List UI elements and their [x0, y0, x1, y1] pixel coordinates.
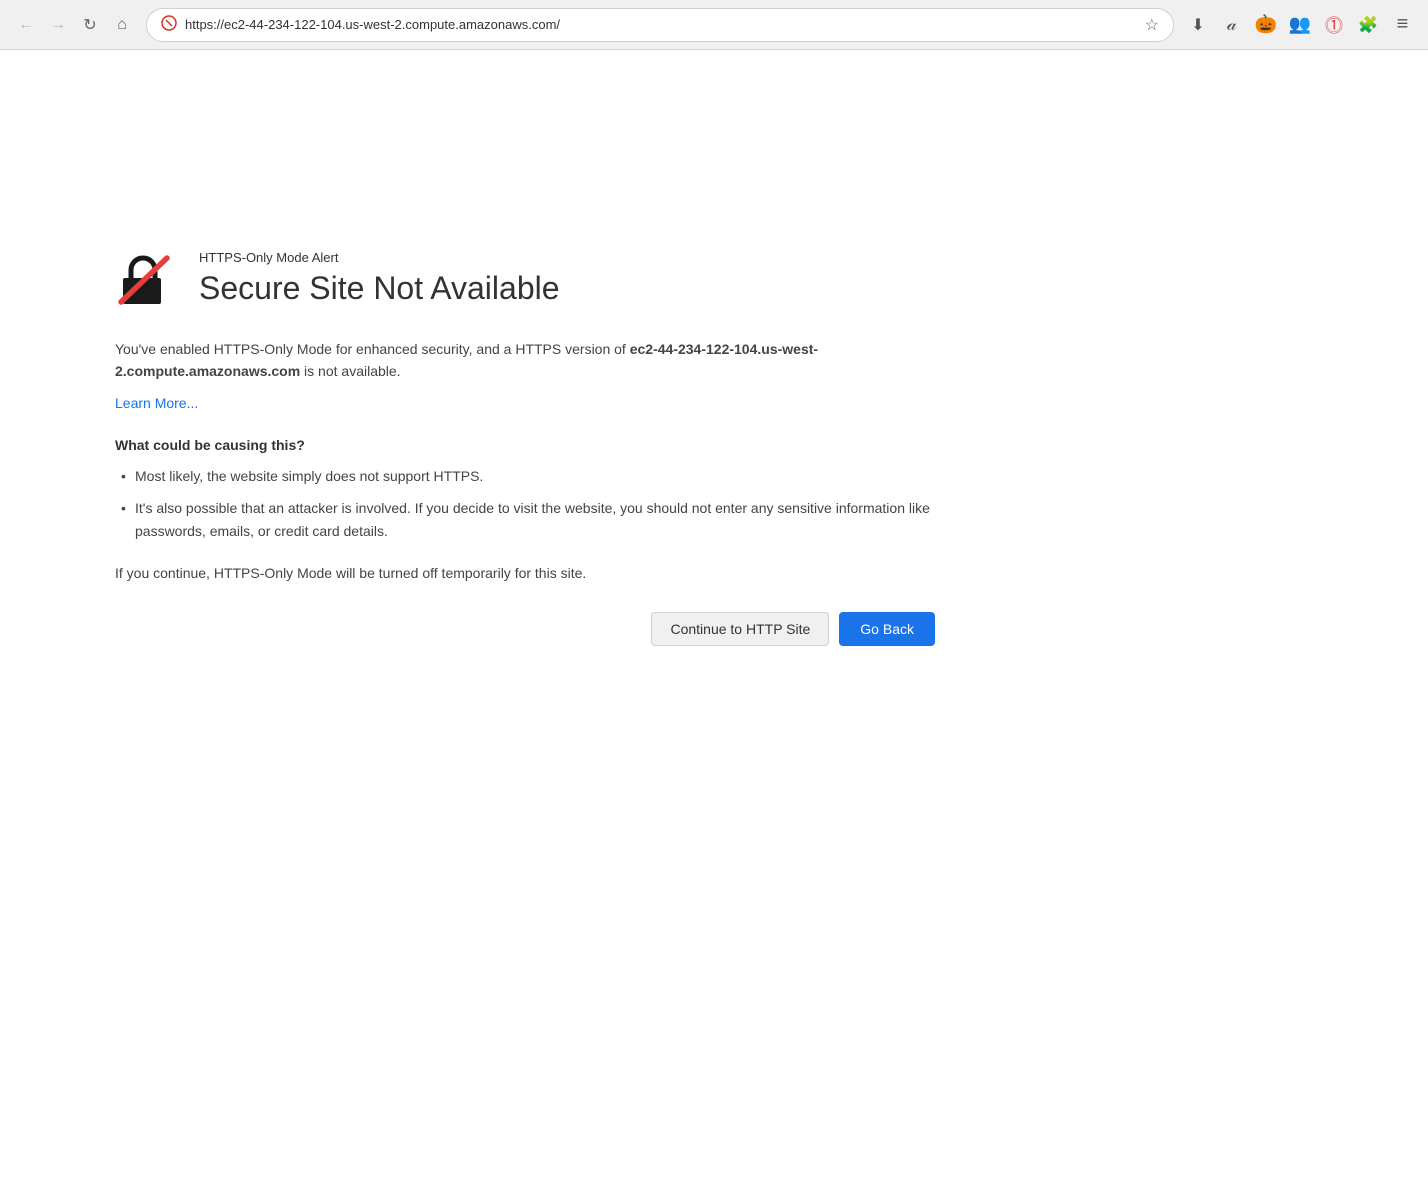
address-bar-container[interactable]: ☆ [146, 8, 1174, 42]
continue-to-http-button[interactable]: Continue to HTTP Site [651, 612, 829, 646]
description-text-part2: is not available. [300, 363, 400, 379]
error-title: Secure Site Not Available [199, 269, 560, 307]
extensions-puzzle-icon[interactable]: 🧩 [1354, 11, 1382, 39]
download-icon[interactable]: ⬇ [1184, 11, 1212, 39]
security-warning-icon [161, 15, 177, 34]
error-container: HTTPS-Only Mode Alert Secure Site Not Av… [115, 250, 935, 646]
extension1-icon[interactable]: 𝒶 [1218, 11, 1246, 39]
error-title-group: HTTPS-Only Mode Alert Secure Site Not Av… [199, 250, 560, 307]
browser-chrome: ← → ↻ ⌂ ☆ ⬇ 𝒶 🎃 👥 ⓵ 🧩 ≡ [0, 0, 1428, 50]
cause-section: What could be causing this? Most likely,… [115, 437, 935, 542]
error-subtitle: HTTPS-Only Mode Alert [199, 250, 560, 265]
description-paragraph: You've enabled HTTPS-Only Mode for enhan… [115, 338, 935, 383]
error-header: HTTPS-Only Mode Alert Secure Site Not Av… [115, 250, 935, 310]
bookmark-icon[interactable]: ☆ [1145, 15, 1159, 35]
error-body: You've enabled HTTPS-Only Mode for enhan… [115, 338, 935, 646]
cause-list: Most likely, the website simply does not… [115, 465, 935, 542]
list-item: Most likely, the website simply does not… [115, 465, 935, 487]
nav-buttons: ← → ↻ ⌂ [12, 11, 136, 39]
address-input[interactable] [185, 17, 1137, 32]
forward-button[interactable]: → [44, 11, 72, 39]
list-item: It's also possible that an attacker is i… [115, 497, 935, 542]
extension3-icon[interactable]: 👥 [1286, 11, 1314, 39]
back-button[interactable]: ← [12, 11, 40, 39]
menu-icon[interactable]: ≡ [1388, 11, 1416, 39]
extension4-icon[interactable]: ⓵ [1320, 11, 1348, 39]
reload-button[interactable]: ↻ [76, 11, 104, 39]
learn-more-link[interactable]: Learn More... [115, 395, 198, 411]
description-text-part1: You've enabled HTTPS-Only Mode for enhan… [115, 341, 630, 357]
home-button[interactable]: ⌂ [108, 11, 136, 39]
cause-heading: What could be causing this? [115, 437, 935, 453]
button-row: Continue to HTTP Site Go Back [115, 612, 935, 646]
broken-lock-icon [115, 250, 175, 310]
continue-description: If you continue, HTTPS-Only Mode will be… [115, 562, 935, 584]
page-content: HTTPS-Only Mode Alert Secure Site Not Av… [0, 50, 1428, 1204]
go-back-button[interactable]: Go Back [839, 612, 935, 646]
toolbar-icons: ⬇ 𝒶 🎃 👥 ⓵ 🧩 ≡ [1184, 11, 1416, 39]
extension2-icon[interactable]: 🎃 [1252, 11, 1280, 39]
